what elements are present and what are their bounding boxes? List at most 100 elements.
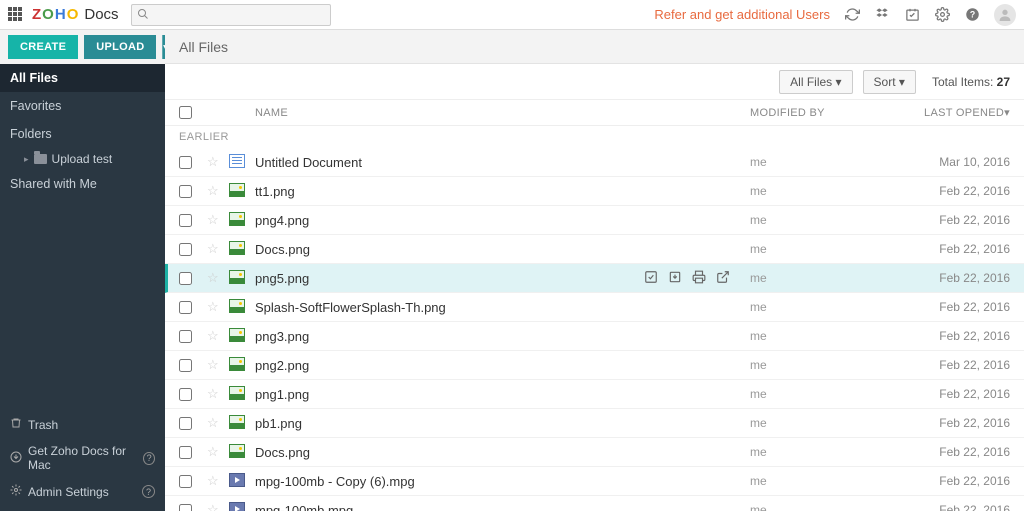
star-icon[interactable]: ☆ bbox=[207, 386, 219, 401]
file-type-icon bbox=[229, 154, 245, 168]
tasks-icon[interactable] bbox=[904, 7, 920, 23]
star-icon[interactable]: ☆ bbox=[207, 270, 219, 285]
sidebar-trash[interactable]: Trash bbox=[0, 411, 165, 438]
sidebar-item-favorites[interactable]: Favorites bbox=[0, 92, 165, 120]
sidebar-item-folders[interactable]: Folders bbox=[0, 120, 165, 148]
section-earlier: EARLIER bbox=[165, 126, 1024, 148]
sidebar-item-shared[interactable]: Shared with Me bbox=[0, 170, 165, 198]
file-name[interactable]: png5.png bbox=[255, 271, 309, 286]
user-avatar[interactable] bbox=[994, 4, 1016, 26]
row-checkbox[interactable] bbox=[179, 504, 192, 511]
row-checkbox[interactable] bbox=[179, 475, 192, 488]
file-name[interactable]: png2.png bbox=[255, 358, 309, 373]
file-name[interactable]: mpg-100mb - Copy (6).mpg bbox=[255, 474, 415, 489]
modified-by: me bbox=[750, 155, 900, 169]
star-icon[interactable]: ☆ bbox=[207, 183, 219, 198]
star-icon[interactable]: ☆ bbox=[207, 357, 219, 372]
file-name[interactable]: Docs.png bbox=[255, 242, 310, 257]
table-row[interactable]: ☆mpg-100mb.mpgmeFeb 22, 2016 bbox=[165, 496, 1024, 511]
share-icon[interactable] bbox=[644, 270, 658, 287]
table-row[interactable]: ☆tt1.pngmeFeb 22, 2016 bbox=[165, 177, 1024, 206]
star-icon[interactable]: ☆ bbox=[207, 299, 219, 314]
file-name[interactable]: png4.png bbox=[255, 213, 309, 228]
row-checkbox[interactable] bbox=[179, 214, 192, 227]
star-icon[interactable]: ☆ bbox=[207, 502, 219, 511]
star-icon[interactable]: ☆ bbox=[207, 328, 219, 343]
file-name[interactable]: png1.png bbox=[255, 387, 309, 402]
table-row[interactable]: ☆pb1.pngmeFeb 22, 2016 bbox=[165, 409, 1024, 438]
sidebar-get-mac[interactable]: Get Zoho Docs for Mac ? bbox=[0, 438, 165, 478]
table-row[interactable]: ☆Splash-SoftFlowerSplash-Th.pngmeFeb 22,… bbox=[165, 293, 1024, 322]
last-opened-date: Feb 22, 2016 bbox=[900, 213, 1010, 227]
row-checkbox[interactable] bbox=[179, 388, 192, 401]
file-name[interactable]: Untitled Document bbox=[255, 155, 362, 170]
sidebar-admin-settings[interactable]: Admin Settings ? bbox=[0, 478, 165, 505]
zoho-logo: ZOHO bbox=[32, 6, 78, 23]
row-checkbox[interactable] bbox=[179, 185, 192, 198]
column-name[interactable]: NAME bbox=[255, 107, 750, 119]
modified-by: me bbox=[750, 271, 900, 285]
star-icon[interactable]: ☆ bbox=[207, 444, 219, 459]
folder-icon bbox=[34, 154, 47, 164]
star-icon[interactable]: ☆ bbox=[207, 212, 219, 227]
row-checkbox[interactable] bbox=[179, 446, 192, 459]
help-badge-icon[interactable]: ? bbox=[143, 452, 155, 465]
row-checkbox[interactable] bbox=[179, 359, 192, 372]
total-items-label: Total Items: 27 bbox=[932, 75, 1010, 89]
column-last-opened[interactable]: LAST OPENED▾ bbox=[900, 106, 1010, 119]
table-row[interactable]: ☆mpg-100mb - Copy (6).mpgmeFeb 22, 2016 bbox=[165, 467, 1024, 496]
table-row[interactable]: ☆png3.pngmeFeb 22, 2016 bbox=[165, 322, 1024, 351]
last-opened-date: Feb 22, 2016 bbox=[900, 445, 1010, 459]
table-row[interactable]: ☆png2.pngmeFeb 22, 2016 bbox=[165, 351, 1024, 380]
modified-by: me bbox=[750, 242, 900, 256]
table-row[interactable]: ☆Docs.pngmeFeb 22, 2016 bbox=[165, 235, 1024, 264]
row-checkbox[interactable] bbox=[179, 417, 192, 430]
sidebar-item-all-files[interactable]: All Files bbox=[0, 64, 165, 92]
sync-icon[interactable] bbox=[844, 7, 860, 23]
row-checkbox[interactable] bbox=[179, 272, 192, 285]
column-modified-by[interactable]: MODIFIED BY bbox=[750, 107, 900, 119]
open-external-icon[interactable] bbox=[716, 270, 730, 287]
file-name[interactable]: pb1.png bbox=[255, 416, 302, 431]
filter-dropdown[interactable]: All Files ▾ bbox=[779, 70, 852, 94]
caret-right-icon: ▸ bbox=[24, 154, 29, 165]
refer-link[interactable]: Refer and get additional Users bbox=[654, 7, 830, 22]
last-opened-date: Feb 22, 2016 bbox=[900, 387, 1010, 401]
file-name[interactable]: png3.png bbox=[255, 329, 309, 344]
print-icon[interactable] bbox=[692, 270, 706, 287]
upload-button[interactable]: UPLOAD bbox=[84, 35, 156, 59]
table-row[interactable]: ☆ Untitled Document meMar 10, 2016 bbox=[165, 148, 1024, 177]
apps-grid-icon[interactable] bbox=[8, 7, 24, 23]
select-all-checkbox[interactable] bbox=[179, 106, 192, 119]
search-input[interactable] bbox=[131, 4, 331, 26]
download-icon[interactable] bbox=[668, 270, 682, 287]
table-row[interactable]: ☆png1.pngmeFeb 22, 2016 bbox=[165, 380, 1024, 409]
row-checkbox[interactable] bbox=[179, 330, 192, 343]
dropbox-icon[interactable] bbox=[874, 7, 890, 23]
create-button[interactable]: CREATE bbox=[8, 35, 78, 59]
sidebar-folder-upload-test[interactable]: ▸ Upload test bbox=[0, 148, 165, 170]
star-icon[interactable]: ☆ bbox=[207, 415, 219, 430]
row-checkbox[interactable] bbox=[179, 243, 192, 256]
star-icon[interactable]: ☆ bbox=[207, 241, 219, 256]
row-checkbox[interactable] bbox=[179, 301, 192, 314]
table-row[interactable]: ☆Docs.pngmeFeb 22, 2016 bbox=[165, 438, 1024, 467]
file-name[interactable]: mpg-100mb.mpg bbox=[255, 503, 353, 511]
table-header: NAME MODIFIED BY LAST OPENED▾ bbox=[165, 100, 1024, 126]
help-icon[interactable]: ? bbox=[964, 7, 980, 23]
file-name[interactable]: tt1.png bbox=[255, 184, 295, 199]
modified-by: me bbox=[750, 213, 900, 227]
star-icon[interactable]: ☆ bbox=[207, 154, 219, 169]
row-checkbox[interactable] bbox=[179, 156, 192, 169]
last-opened-date: Mar 10, 2016 bbox=[900, 155, 1010, 169]
svg-text:?: ? bbox=[969, 10, 974, 20]
settings-icon[interactable] bbox=[934, 7, 950, 23]
sort-dropdown[interactable]: Sort ▾ bbox=[863, 70, 916, 94]
star-icon[interactable]: ☆ bbox=[207, 473, 219, 488]
help-badge-icon[interactable]: ? bbox=[142, 485, 155, 498]
modified-by: me bbox=[750, 503, 900, 511]
table-row[interactable]: ☆ png4.png meFeb 22, 2016 bbox=[165, 206, 1024, 235]
file-name[interactable]: Docs.png bbox=[255, 445, 310, 460]
table-row[interactable]: ☆png5.pngmeFeb 22, 2016 bbox=[165, 264, 1024, 293]
file-name[interactable]: Splash-SoftFlowerSplash-Th.png bbox=[255, 300, 446, 315]
